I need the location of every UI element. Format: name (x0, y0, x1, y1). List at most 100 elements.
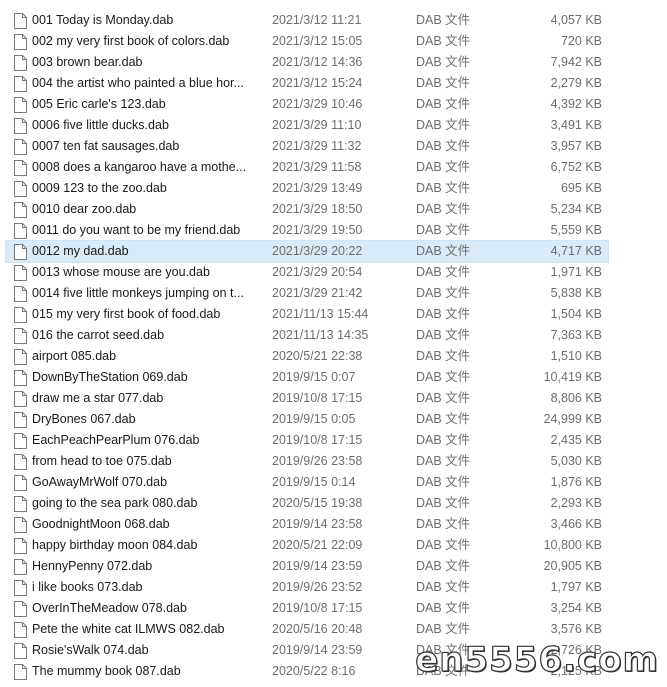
file-row[interactable]: 0008 does a kangaroo have a mothe... 2021… (6, 157, 608, 178)
file-name: 0012 my dad.dab (32, 244, 129, 258)
file-date: 2021/3/29 11:10 (272, 118, 362, 132)
file-name: 004 the artist who painted a blue hor... (32, 76, 244, 90)
file-size: 695 KB (560, 181, 602, 195)
file-row[interactable]: draw me a star 077.dab 2019/10/8 17:15 DAB… (6, 388, 608, 409)
file-date: 2021/3/29 20:22 (272, 244, 363, 258)
file-row[interactable]: DownByTheStation 069.dab 2019/9/15 0:07 DA… (6, 367, 608, 388)
file-type: DAB 文件 (416, 622, 471, 636)
file-type: DAB 文件 (416, 307, 471, 321)
file-name: The mummy book 087.dab (32, 664, 181, 678)
file-icon (14, 454, 27, 470)
file-date: 2019/9/26 23:52 (272, 580, 363, 594)
file-icon (14, 580, 27, 596)
file-type: DAB 文件 (416, 538, 471, 552)
file-name: HennyPenny 072.dab (32, 559, 153, 573)
file-icon (14, 34, 27, 50)
file-icon (14, 244, 27, 260)
file-size: 6,752 KB (550, 160, 602, 174)
file-row[interactable]: i like books 073.dab 2019/9/26 23:52 DAB 文… (6, 577, 608, 598)
file-row[interactable]: GoAwayMrWolf 070.dab 2019/9/15 0:14 DAB 文件… (6, 472, 608, 493)
file-row[interactable]: from head to toe 075.dab 2019/9/26 23:58 D… (6, 451, 608, 472)
file-row[interactable]: 002 my very first book of colors.dab 2021… (6, 31, 608, 52)
file-row[interactable]: 0007 ten fat sausages.dab 2021/3/29 11:32… (6, 136, 608, 157)
file-name: Rosie'sWalk 074.dab (32, 643, 149, 657)
file-row[interactable]: 0006 five little ducks.dab 2021/3/29 11:1… (6, 115, 608, 136)
file-date: 2021/3/29 20:54 (272, 265, 363, 279)
file-date: 2019/9/15 0:05 (272, 412, 356, 426)
file-name: GoodnightMoon 068.dab (32, 517, 170, 531)
file-type: DAB 文件 (416, 412, 471, 426)
file-date: 2021/3/29 11:32 (272, 139, 362, 153)
file-size: 20,905 KB (543, 559, 602, 573)
file-row[interactable]: 0013 whose mouse are you.dab 2021/3/29 20… (6, 262, 608, 283)
file-date: 2019/9/15 0:07 (272, 370, 356, 384)
file-date: 2019/10/8 17:15 (272, 601, 363, 615)
file-type: DAB 文件 (416, 286, 471, 300)
file-name: 015 my very first book of food.dab (32, 307, 221, 321)
file-size: 3,466 KB (550, 517, 602, 531)
file-row[interactable]: 0010 dear zoo.dab 2021/3/29 18:50 DAB 文件 5,… (6, 199, 608, 220)
file-name: Pete the white cat ILMWS 082.dab (32, 622, 225, 636)
file-size: 1,876 KB (550, 475, 602, 489)
file-date: 2020/5/21 22:38 (272, 349, 363, 363)
file-row[interactable]: happy birthday moon 084.dab 2020/5/21 22:… (6, 535, 608, 556)
file-icon (14, 265, 27, 281)
file-name: 0014 five little monkeys jumping on t... (32, 286, 244, 300)
file-size: 4,057 KB (550, 13, 602, 27)
file-row[interactable]: OverInTheMeadow 078.dab 2019/10/8 17:15 DA… (6, 598, 608, 619)
file-icon (14, 391, 27, 407)
file-row[interactable]: HennyPenny 072.dab 2019/9/14 23:59 DAB 文件 2… (6, 556, 608, 577)
file-size: 24,999 KB (543, 412, 602, 426)
file-row[interactable]: 0009 123 to the zoo.dab 2021/3/29 13:49 DA… (6, 178, 608, 199)
file-name: 005 Eric carle's 123.dab (32, 97, 166, 111)
file-size: 3,957 KB (550, 139, 602, 153)
file-name: 0011 do you want to be my friend.dab (32, 223, 241, 237)
file-row[interactable]: 005 Eric carle's 123.dab 2021/3/29 10:46 D… (6, 94, 608, 115)
file-date: 2020/5/16 20:48 (272, 622, 363, 636)
file-size: 7,942 KB (550, 55, 602, 69)
file-date: 2020/5/22 8:16 (272, 664, 356, 678)
file-size: 1,797 KB (550, 580, 602, 594)
file-size: 5,030 KB (550, 454, 602, 468)
file-list: 001 Today is Monday.dab 2021/3/12 11:21 DA… (5, 10, 609, 682)
file-row[interactable]: 0012 my dad.dab 2021/3/29 20:22 DAB 文件 4,71… (5, 240, 609, 263)
file-row[interactable]: Pete the white cat ILMWS 082.dab 2020/5/1… (6, 619, 608, 640)
file-date: 2021/3/12 15:05 (272, 34, 363, 48)
file-type: DAB 文件 (416, 139, 471, 153)
file-row[interactable]: 003 brown bear.dab 2021/3/12 14:36 DAB 文件 7… (6, 52, 608, 73)
file-row[interactable]: 0011 do you want to be my friend.dab 2021… (6, 220, 608, 241)
file-row[interactable]: DryBones 067.dab 2019/9/15 0:05 DAB 文件 24,9… (6, 409, 608, 430)
file-date: 2021/3/29 11:58 (272, 160, 362, 174)
file-size: 720 KB (560, 34, 602, 48)
file-icon (14, 307, 27, 323)
file-type: DAB 文件 (416, 97, 471, 111)
file-size: 3,576 KB (550, 622, 602, 636)
file-icon (14, 370, 27, 386)
file-icon (14, 181, 27, 197)
file-icon (14, 118, 27, 134)
file-type: DAB 文件 (416, 559, 471, 573)
file-type: DAB 文件 (416, 223, 471, 237)
file-size: 1,510 KB (550, 349, 602, 363)
file-date: 2021/3/29 18:50 (272, 202, 363, 216)
file-icon (14, 160, 27, 176)
file-type: DAB 文件 (416, 55, 471, 69)
file-name: happy birthday moon 084.dab (32, 538, 198, 552)
file-row[interactable]: going to the sea park 080.dab 2020/5/15 1… (6, 493, 608, 514)
file-row[interactable]: 001 Today is Monday.dab 2021/3/12 11:21 DA… (6, 10, 608, 31)
file-row[interactable]: airport 085.dab 2020/5/21 22:38 DAB 文件 1,51… (6, 346, 608, 367)
file-row[interactable]: 0014 five little monkeys jumping on t...… (6, 283, 608, 304)
file-size: 4,392 KB (550, 97, 602, 111)
file-name: 002 my very first book of colors.dab (32, 34, 230, 48)
file-row[interactable]: GoodnightMoon 068.dab 2019/9/14 23:58 DAB … (6, 514, 608, 535)
file-row[interactable]: 015 my very first book of food.dab 2021/1… (6, 304, 608, 325)
file-icon (14, 538, 27, 554)
file-row[interactable]: EachPeachPearPlum 076.dab 2019/10/8 17:15… (6, 430, 608, 451)
file-type: DAB 文件 (416, 244, 471, 258)
file-row[interactable]: 016 the carrot seed.dab 2021/11/13 14:35 D… (6, 325, 608, 346)
file-date: 2021/3/29 13:49 (272, 181, 363, 195)
file-size: 1,971 KB (550, 265, 602, 279)
file-row[interactable]: 004 the artist who painted a blue hor...… (6, 73, 608, 94)
file-icon (14, 622, 27, 638)
file-size: 10,419 KB (543, 370, 602, 384)
